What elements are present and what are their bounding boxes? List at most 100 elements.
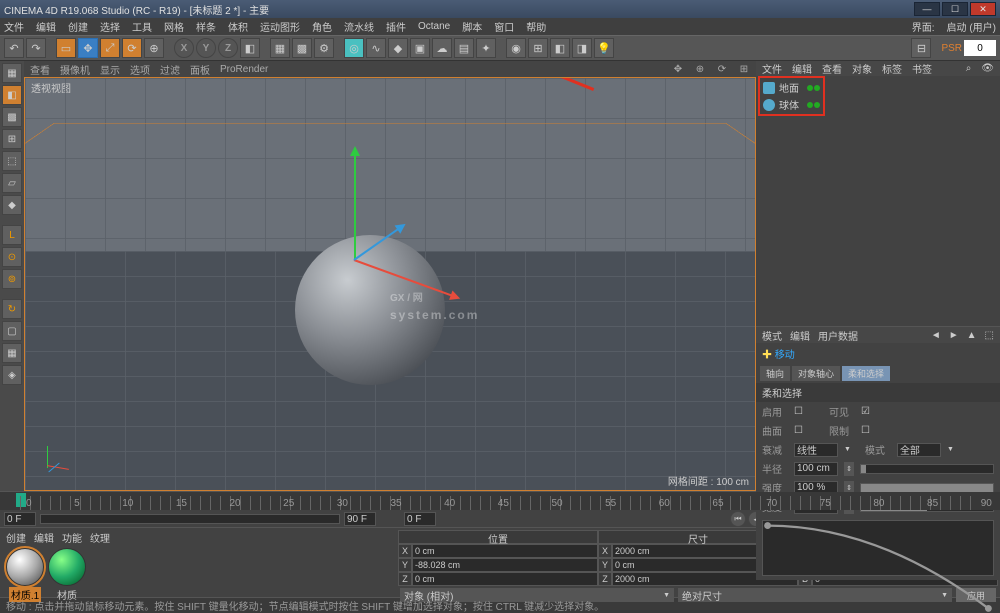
menu-select[interactable]: 选择 [100,19,120,34]
hierarchy-item-sphere[interactable]: 球体 [761,96,822,113]
lock-z-axis[interactable]: Z [218,38,238,58]
timeline-end-frame[interactable]: 90 F [344,512,376,526]
polygon-mode-button[interactable]: ◆ [2,195,22,215]
attr-nav-back-icon[interactable]: ◄ [931,330,941,341]
menu-help[interactable]: 帮助 [526,19,546,34]
om-menu-bookmarks[interactable]: 书签 [912,61,932,76]
lock-x-axis[interactable]: X [174,38,194,58]
attr-menu-mode[interactable]: 模式 [762,328,782,343]
octane-manager-button[interactable]: ◧ [550,38,570,58]
render-view-button[interactable]: ▦ [270,38,290,58]
octane-live-button[interactable]: ◉ [506,38,526,58]
attr-nav-up-icon[interactable]: ▲ [967,330,977,341]
lock-y-axis[interactable]: Y [196,38,216,58]
vp-menu-panel[interactable]: 面板 [190,62,210,77]
viewport-solo-button[interactable]: ⊙ [2,247,22,267]
attr-surface-checkbox[interactable]: ☐ [794,425,803,436]
snap-button[interactable]: ⊚ [2,269,22,289]
menu-edit[interactable]: 编辑 [36,19,56,34]
object-hierarchy[interactable]: 地面 球体 [756,76,1000,326]
menu-create[interactable]: 创建 [68,19,88,34]
attr-tab-modeling-axis[interactable]: 对象轴心 [792,366,840,381]
tip-button[interactable]: 💡 [594,38,614,58]
timeline-start-frame[interactable]: 0 F [4,512,36,526]
undo-button[interactable]: ↶ [4,38,24,58]
window-close-button[interactable]: ✕ [970,2,996,16]
texture-mode-button[interactable]: ▩ [2,107,22,127]
menu-window[interactable]: 窗口 [494,19,514,34]
material-preview-1[interactable] [6,548,44,586]
vp-menu-filter[interactable]: 过滤 [160,62,180,77]
hierarchy-item-floor[interactable]: 地面 [761,79,822,96]
menu-file[interactable]: 文件 [4,19,24,34]
make-editable-button[interactable]: ▦ [2,63,22,83]
coord-system-button[interactable]: ◧ [240,38,260,58]
om-menu-object[interactable]: 对象 [852,61,872,76]
octane-extra-button[interactable]: ◨ [572,38,592,58]
render-settings-button[interactable]: ⚙ [314,38,334,58]
soft-select-button[interactable]: ▢ [2,321,22,341]
vp-menu-display[interactable]: 显示 [100,62,120,77]
add-spline-button[interactable]: ∿ [366,38,386,58]
menu-octane[interactable]: Octane [418,21,450,32]
attr-visible-checkbox[interactable]: ☑ [861,406,870,417]
add-primitive-button[interactable]: ◎ [344,38,364,58]
scale-tool[interactable]: ⤢ [100,38,120,58]
mat-menu-texture[interactable]: 纹理 [90,530,110,544]
render-region-button[interactable]: ▩ [292,38,312,58]
menu-mesh[interactable]: 网格 [164,19,184,34]
menu-pipeline[interactable]: 流水线 [344,19,374,34]
material-preview-2[interactable] [48,548,86,586]
timeline-current-frame[interactable]: 0 F [404,512,436,526]
normal-align-button[interactable]: ▦ [2,343,22,363]
om-menu-tags[interactable]: 标签 [882,61,902,76]
model-mode-button[interactable]: ◧ [2,85,22,105]
vp-menu-camera[interactable]: 摄像机 [60,62,90,77]
axis-mode-button[interactable]: L [2,225,22,245]
sphere-object[interactable] [295,235,445,385]
attr-menu-edit[interactable]: 编辑 [790,328,810,343]
octane-settings-button[interactable]: ⊞ [528,38,548,58]
menu-tools[interactable]: 工具 [132,19,152,34]
goto-start-button[interactable]: ⏮ [730,511,746,527]
window-minimize-button[interactable]: — [914,2,940,16]
move-tool[interactable]: ✥ [78,38,98,58]
mat-menu-function[interactable]: 功能 [62,530,82,544]
vp-menu-view[interactable]: 查看 [30,62,50,77]
recent-tool[interactable]: ⊕ [144,38,164,58]
edge-mode-button[interactable]: ▱ [2,173,22,193]
menu-script[interactable]: 脚本 [462,19,482,34]
om-menu-file[interactable]: 文件 [762,61,782,76]
add-deformer-button[interactable]: ▣ [410,38,430,58]
coord-pos-y-input[interactable]: -88.028 cm [412,558,598,572]
point-mode-button[interactable]: ⬚ [2,151,22,171]
redo-button[interactable]: ↷ [26,38,46,58]
attr-tab-soft-select[interactable]: 柔和选择 [842,366,890,381]
mat-menu-create[interactable]: 创建 [6,530,26,544]
coord-pos-x-input[interactable]: 0 cm [412,544,598,558]
window-maximize-button[interactable]: ☐ [942,2,968,16]
om-search-icon[interactable]: ⌕ [966,63,972,74]
attr-mode-dropdown[interactable]: 全部 [897,443,941,457]
attr-radius-input[interactable]: 100 cm [794,462,838,476]
rotate-tool[interactable]: ⟳ [122,38,142,58]
extra-mode-button[interactable]: ◈ [2,365,22,385]
timeline-range-slider[interactable] [40,514,340,524]
attr-nav-fwd-icon[interactable]: ► [949,330,959,341]
coord-pos-z-input[interactable]: 0 cm [412,572,598,586]
timeline-ruler[interactable]: 0510 152025 303540 455055 606570 758085 … [0,492,1000,510]
attr-enable-checkbox[interactable]: ☐ [794,406,803,417]
menu-volume[interactable]: 体积 [228,19,248,34]
attr-falloff-dropdown[interactable]: 线性 [794,443,838,457]
om-menu-edit[interactable]: 编辑 [792,61,812,76]
menu-mograph[interactable]: 运动图形 [260,19,300,34]
live-select-tool[interactable]: ▭ [56,38,76,58]
vp-nav-rotate-icon[interactable]: ⟳ [716,63,728,75]
content-browser-button[interactable]: ⊟ [911,38,931,58]
attr-lock-icon[interactable]: ⬚ [985,330,994,341]
vp-nav-pan-icon[interactable]: ✥ [672,63,684,75]
add-light-button[interactable]: ✦ [476,38,496,58]
attr-tab-axis[interactable]: 轴向 [760,366,790,381]
menu-plugins[interactable]: 插件 [386,19,406,34]
gizmo-y-axis[interactable] [354,149,356,259]
